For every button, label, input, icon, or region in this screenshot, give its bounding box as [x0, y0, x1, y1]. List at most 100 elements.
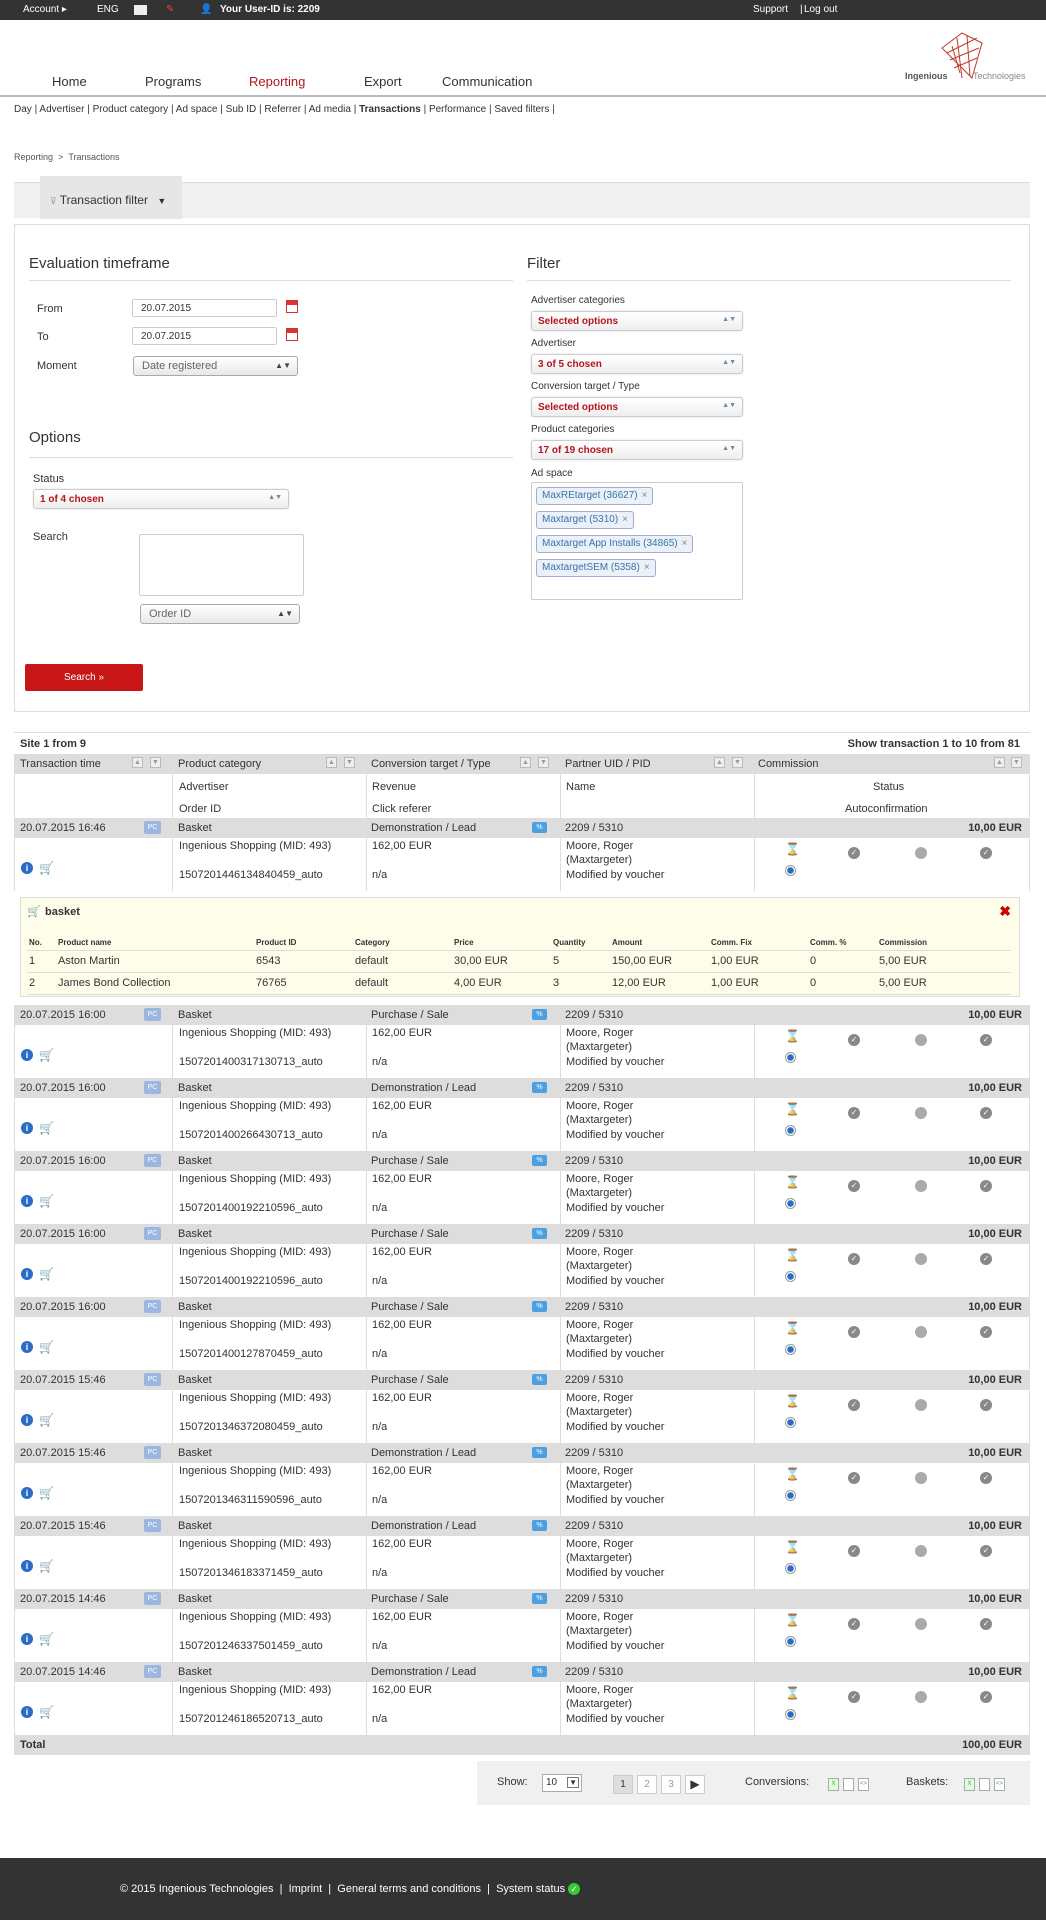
ad-space-tag[interactable]: Maxtarget App Installs (34865) × — [536, 535, 694, 553]
export-csv-icon[interactable] — [979, 1778, 990, 1791]
terms-link[interactable]: General terms and conditions — [337, 1883, 481, 1895]
subnav-ad-space[interactable]: Ad space — [176, 104, 218, 115]
sort-desc-icon[interactable]: ▼ — [732, 757, 743, 768]
status-dot-icon[interactable] — [915, 1545, 927, 1557]
sort-asc-icon[interactable]: ▲ — [520, 757, 531, 768]
transaction-row-header[interactable]: 20.07.2015 16:46 PC Basket Demonstration / … — [14, 818, 1030, 838]
subnav-sub-id[interactable]: Sub ID — [226, 104, 257, 115]
subnav-product-category[interactable]: Product category — [93, 104, 169, 115]
status-dot-icon[interactable] — [915, 1326, 927, 1338]
subnav-ad-media[interactable]: Ad media — [309, 104, 351, 115]
export-excel-icon[interactable]: X — [964, 1778, 975, 1791]
info-icon[interactable]: i — [21, 862, 33, 874]
confirm-icon[interactable]: ✓ — [848, 1326, 860, 1338]
sort-desc-icon[interactable]: ▼ — [344, 757, 355, 768]
confirm-icon[interactable]: ✓ — [848, 1691, 860, 1703]
search-by-select[interactable]: Order ID ▲▼ — [140, 604, 300, 624]
transaction-row-header[interactable]: 20.07.2015 16:00 PC Basket Purchase / Sale%… — [14, 1151, 1030, 1171]
confirm-icon[interactable]: ✓ — [848, 1618, 860, 1630]
mail-icon[interactable] — [134, 5, 147, 15]
advertiser-select[interactable]: 3 of 5 chosen ▲▼ — [531, 354, 743, 374]
page-1[interactable]: 1 — [613, 1775, 633, 1794]
cart-icon[interactable]: 🛒 — [39, 1705, 54, 1719]
status-select[interactable]: 1 of 4 chosen ▲▼ — [33, 489, 289, 509]
account-menu[interactable]: Account ▸ — [23, 4, 67, 15]
moment-select[interactable]: Date registered ▲▼ — [133, 356, 298, 376]
language-selector[interactable]: ENG — [97, 4, 119, 15]
remove-tag-icon[interactable]: × — [682, 538, 688, 549]
calendar-icon[interactable] — [286, 328, 298, 341]
autoconfirm-radio[interactable] — [785, 865, 796, 876]
nav-communication[interactable]: Communication — [442, 74, 532, 89]
cart-icon[interactable]: 🛒 — [39, 1194, 54, 1208]
to-date-input[interactable]: 20.07.2015 — [132, 327, 277, 345]
breadcrumb-parent[interactable]: Reporting — [14, 152, 53, 162]
autoconfirm-radio[interactable] — [785, 1709, 796, 1720]
page-2[interactable]: 2 — [637, 1775, 657, 1794]
confirm-icon[interactable]: ✓ — [848, 1472, 860, 1484]
autoconfirm-radio[interactable] — [785, 1125, 796, 1136]
autoconfirm-radio[interactable] — [785, 1052, 796, 1063]
approve-icon[interactable]: ✓ — [980, 1034, 992, 1046]
cart-icon[interactable]: 🛒 — [39, 1632, 54, 1646]
per-page-select[interactable]: 10 ▼ — [542, 1774, 582, 1792]
status-dot-icon[interactable] — [915, 1399, 927, 1411]
approve-icon[interactable]: ✓ — [980, 1326, 992, 1338]
approve-icon[interactable]: ✓ — [980, 1545, 992, 1557]
cart-icon[interactable]: 🛒 — [39, 1048, 54, 1062]
search-textarea[interactable] — [139, 534, 304, 596]
cart-icon[interactable]: 🛒 — [39, 1486, 54, 1500]
autoconfirm-radio[interactable] — [785, 1417, 796, 1428]
nav-reporting[interactable]: Reporting — [249, 74, 305, 89]
transaction-row-header[interactable]: 20.07.2015 16:00 PC Basket Purchase / Sale%… — [14, 1224, 1030, 1244]
info-icon[interactable]: i — [21, 1268, 33, 1280]
approve-icon[interactable]: ✓ — [980, 847, 992, 859]
advertiser-categories-select[interactable]: Selected options ▲▼ — [531, 311, 743, 331]
autoconfirm-radio[interactable] — [785, 1198, 796, 1209]
export-xml-icon[interactable]: <> — [858, 1778, 869, 1791]
confirm-icon[interactable]: ✓ — [848, 1180, 860, 1192]
cart-icon[interactable]: 🛒 — [39, 1267, 54, 1281]
edit-icon[interactable]: ✎ — [166, 4, 174, 15]
approve-icon[interactable]: ✓ — [980, 1691, 992, 1703]
status-dot-icon[interactable] — [915, 1107, 927, 1119]
status-dot-icon[interactable] — [915, 1034, 927, 1046]
remove-tag-icon[interactable]: × — [622, 514, 628, 525]
subnav-transactions[interactable]: Transactions — [359, 104, 421, 115]
autoconfirm-radio[interactable] — [785, 1271, 796, 1282]
cart-icon[interactable]: 🛒 — [39, 1340, 54, 1354]
autoconfirm-radio[interactable] — [785, 1563, 796, 1574]
autoconfirm-radio[interactable] — [785, 1490, 796, 1501]
sort-asc-icon[interactable]: ▲ — [326, 757, 337, 768]
transaction-row-header[interactable]: 20.07.2015 15:46 PC Basket Demonstration / … — [14, 1516, 1030, 1536]
confirm-icon[interactable]: ✓ — [848, 1034, 860, 1046]
cart-icon[interactable]: 🛒 — [39, 861, 54, 875]
info-icon[interactable]: i — [21, 1487, 33, 1499]
info-icon[interactable]: i — [21, 1049, 33, 1061]
transaction-row-header[interactable]: 20.07.2015 15:46 PC Basket Demonstration / … — [14, 1443, 1030, 1463]
subnav-performance[interactable]: Performance — [429, 104, 486, 115]
approve-icon[interactable]: ✓ — [980, 1107, 992, 1119]
transaction-filter-tab[interactable]: ⊽ Transaction filter ▼ — [40, 176, 182, 219]
transaction-row-header[interactable]: 20.07.2015 14:46 PC Basket Demonstration / … — [14, 1662, 1030, 1682]
sort-desc-icon[interactable]: ▼ — [1011, 757, 1022, 768]
transaction-row-header[interactable]: 20.07.2015 16:00 PC Basket Purchase / Sale%… — [14, 1005, 1030, 1025]
ad-space-multiselect[interactable]: MaxREtarget (36627) × Maxtarget (5310) × M… — [531, 482, 743, 600]
next-page-icon[interactable]: ▶ — [685, 1775, 705, 1794]
cart-icon[interactable]: 🛒 — [39, 1121, 54, 1135]
imprint-link[interactable]: Imprint — [289, 1883, 323, 1895]
nav-export[interactable]: Export — [364, 74, 402, 89]
confirm-icon[interactable]: ✓ — [848, 1545, 860, 1557]
cart-icon[interactable]: 🛒 — [39, 1413, 54, 1427]
transaction-row-header[interactable]: 20.07.2015 15:46 PC Basket Purchase / Sale%… — [14, 1370, 1030, 1390]
approve-icon[interactable]: ✓ — [980, 1253, 992, 1265]
transaction-row-header[interactable]: 20.07.2015 16:00 PC Basket Demonstration / … — [14, 1078, 1030, 1098]
info-icon[interactable]: i — [21, 1195, 33, 1207]
status-dot-icon[interactable] — [915, 1472, 927, 1484]
nav-home[interactable]: Home — [52, 74, 87, 89]
autoconfirm-radio[interactable] — [785, 1344, 796, 1355]
confirm-icon[interactable]: ✓ — [848, 847, 860, 859]
transaction-row-header[interactable]: 20.07.2015 14:46 PC Basket Purchase / Sale%… — [14, 1589, 1030, 1609]
subnav-referrer[interactable]: Referrer — [264, 104, 301, 115]
product-categories-select[interactable]: 17 of 19 chosen ▲▼ — [531, 440, 743, 460]
